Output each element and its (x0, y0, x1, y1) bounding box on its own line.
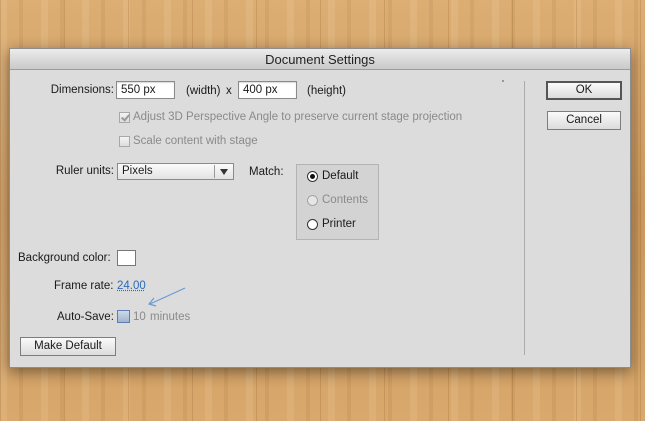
ok-button[interactable]: OK (546, 81, 622, 100)
make-default-button[interactable]: Make Default (20, 337, 116, 356)
match-printer-radio[interactable] (307, 219, 318, 230)
dialog-title: Document Settings (10, 49, 630, 70)
width-label: (width) (186, 85, 221, 97)
background-color-label: Background color: (18, 252, 111, 264)
resize-dot (502, 80, 504, 82)
auto-save-unit: minutes (150, 311, 191, 323)
vertical-divider (524, 81, 525, 355)
scale-content-label: Scale content with stage (133, 135, 258, 147)
match-contents-label: Contents (322, 194, 369, 206)
match-default-label: Default (322, 170, 359, 182)
auto-save-interval-value[interactable]: 10 (133, 309, 146, 325)
height-label: (height) (307, 85, 346, 97)
match-label: Match: (249, 166, 284, 178)
match-contents-radio[interactable] (307, 195, 318, 206)
scale-content-checkbox[interactable] (119, 136, 130, 147)
ruler-units-select[interactable]: Pixels (117, 163, 234, 180)
ruler-units-label: Ruler units: (55, 165, 114, 177)
dimensions-separator: x (226, 85, 232, 97)
frame-rate-label: Frame rate: (54, 280, 114, 292)
width-input[interactable]: 550 px (116, 81, 175, 99)
match-radio-group: Default Contents Printer (296, 164, 379, 240)
match-default-radio[interactable] (307, 171, 318, 182)
document-settings-dialog: Document Settings Dimensions: 550 px (wi… (9, 48, 631, 368)
auto-save-label: Auto-Save: (57, 311, 114, 323)
dimensions-label: Dimensions: (50, 84, 114, 96)
ruler-units-value: Pixels (122, 165, 153, 177)
auto-save-checkbox[interactable] (117, 310, 130, 323)
background-color-swatch[interactable] (117, 250, 136, 266)
chevron-down-icon (220, 169, 228, 175)
annotation-arrow-icon (147, 287, 186, 307)
adjust-3d-label: Adjust 3D Perspective Angle to preserve … (133, 111, 463, 123)
adjust-3d-checkbox[interactable] (119, 112, 130, 123)
match-printer-label: Printer (322, 218, 356, 230)
cancel-button[interactable]: Cancel (547, 111, 621, 130)
height-input[interactable]: 400 px (238, 81, 297, 99)
